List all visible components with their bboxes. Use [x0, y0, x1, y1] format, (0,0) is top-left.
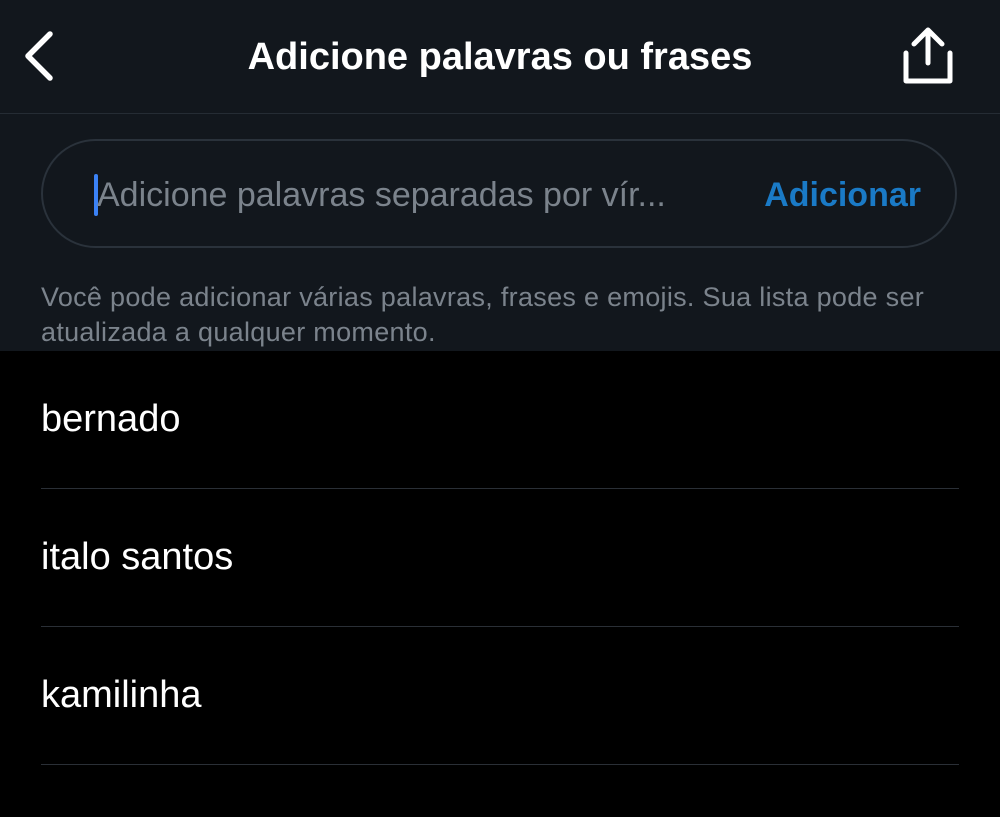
list-item-label: kamilinha: [41, 674, 202, 716]
divider: [41, 764, 959, 765]
share-upload-icon: [903, 27, 953, 84]
add-button[interactable]: Adicionar: [751, 171, 921, 219]
chevron-left-icon: [25, 31, 53, 81]
top-panel: Adicione palavras ou frases Adicionar Vo…: [0, 0, 1000, 351]
list-item-label: italo santos: [41, 536, 234, 578]
share-button[interactable]: [893, 20, 963, 92]
header-bar: Adicione palavras ou frases: [0, 0, 1000, 114]
list-item[interactable]: italo santos: [0, 489, 1000, 627]
muted-words-list: bernado italo santos kamilinha: [0, 351, 1000, 765]
list-item[interactable]: bernado: [0, 351, 1000, 489]
list-item[interactable]: kamilinha: [0, 627, 1000, 765]
muted-words-screen: Adicione palavras ou frases Adicionar Vo…: [0, 0, 1000, 817]
list-item-label: bernado: [41, 398, 181, 440]
words-input[interactable]: [97, 167, 737, 223]
helper-text: Você pode adicionar várias palavras, fra…: [41, 282, 925, 347]
add-words-field: Adicionar: [41, 139, 957, 248]
back-button[interactable]: [14, 26, 64, 86]
page-title: Adicione palavras ou frases: [247, 36, 753, 78]
